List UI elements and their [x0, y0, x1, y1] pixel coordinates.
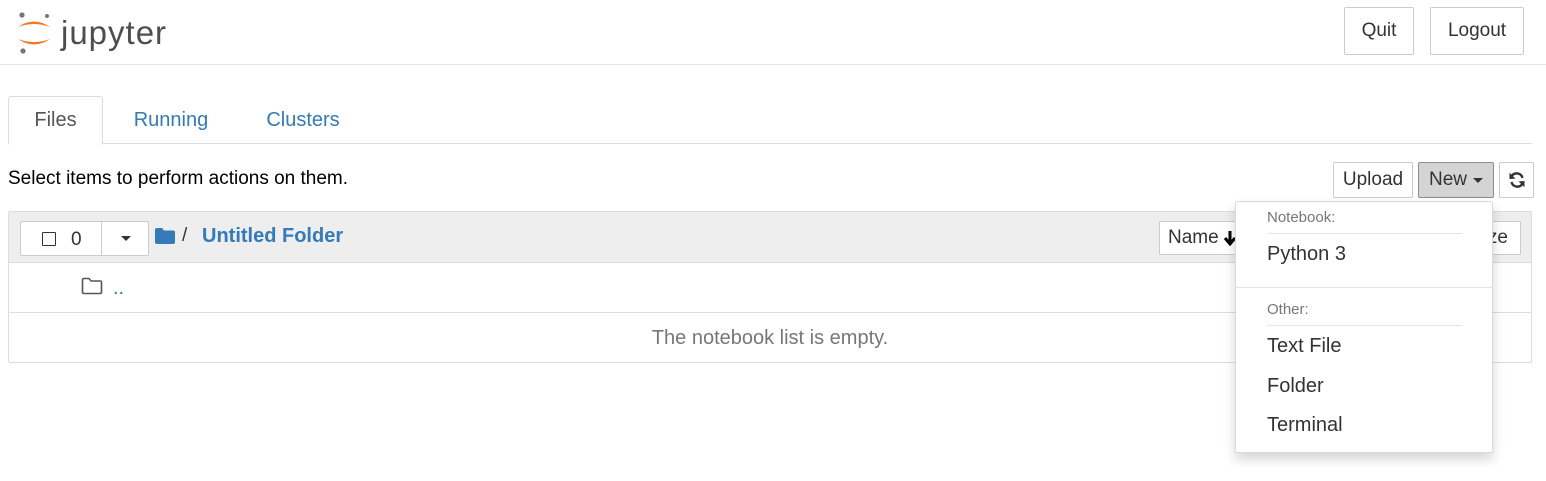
- menu-divider: [1236, 287, 1492, 288]
- select-all-checkbox[interactable]: [42, 232, 56, 246]
- tab-clusters[interactable]: Clusters: [248, 96, 358, 144]
- refresh-button[interactable]: [1499, 162, 1534, 198]
- logo-text: jupyter: [61, 14, 168, 51]
- menu-item-folder[interactable]: Folder: [1267, 375, 1487, 398]
- select-all-group: 0: [20, 221, 149, 256]
- tab-files[interactable]: Files: [8, 96, 103, 145]
- menu-header-rule: [1267, 233, 1462, 234]
- chevron-down-icon: [120, 236, 131, 241]
- selected-count: 0: [71, 229, 82, 250]
- new-button-label: New: [1428, 169, 1467, 190]
- quit-button[interactable]: Quit: [1344, 7, 1414, 55]
- header-bar: jupyter Quit Logout: [0, 0, 1546, 65]
- logout-button[interactable]: Logout: [1430, 7, 1524, 55]
- main-tabs: Files Running Clusters: [8, 96, 1532, 145]
- upload-button[interactable]: Upload: [1333, 162, 1413, 198]
- new-dropdown-menu: Notebook: Python 3 Other: Text File Fold…: [1235, 201, 1493, 453]
- menu-item-python3[interactable]: Python 3: [1267, 243, 1487, 266]
- breadcrumb-current-folder[interactable]: Untitled Folder: [202, 225, 343, 248]
- refresh-icon: [1509, 172, 1524, 188]
- select-dropdown-button[interactable]: [101, 222, 149, 255]
- jupyter-logo-icon: [18, 12, 50, 54]
- menu-header-notebook: Notebook:: [1267, 209, 1336, 226]
- folder-icon[interactable]: [154, 227, 176, 245]
- breadcrumb-separator: /: [182, 225, 188, 246]
- menu-item-text-file[interactable]: Text File: [1267, 335, 1487, 358]
- tab-running[interactable]: Running: [116, 96, 226, 144]
- chevron-down-icon: [1473, 177, 1483, 183]
- new-button[interactable]: New: [1418, 162, 1494, 198]
- jupyter-logo[interactable]: jupyter: [14, 10, 194, 56]
- menu-header-rule: [1267, 325, 1462, 326]
- parent-directory-link[interactable]: ..: [113, 277, 124, 300]
- selection-hint: Select items to perform actions on them.: [8, 168, 349, 189]
- sort-name-button[interactable]: Name: [1159, 221, 1239, 255]
- menu-header-other: Other:: [1267, 301, 1309, 318]
- menu-item-terminal[interactable]: Terminal: [1267, 414, 1487, 437]
- sort-name-label: Name: [1168, 227, 1219, 248]
- folder-outline-icon: [81, 277, 103, 295]
